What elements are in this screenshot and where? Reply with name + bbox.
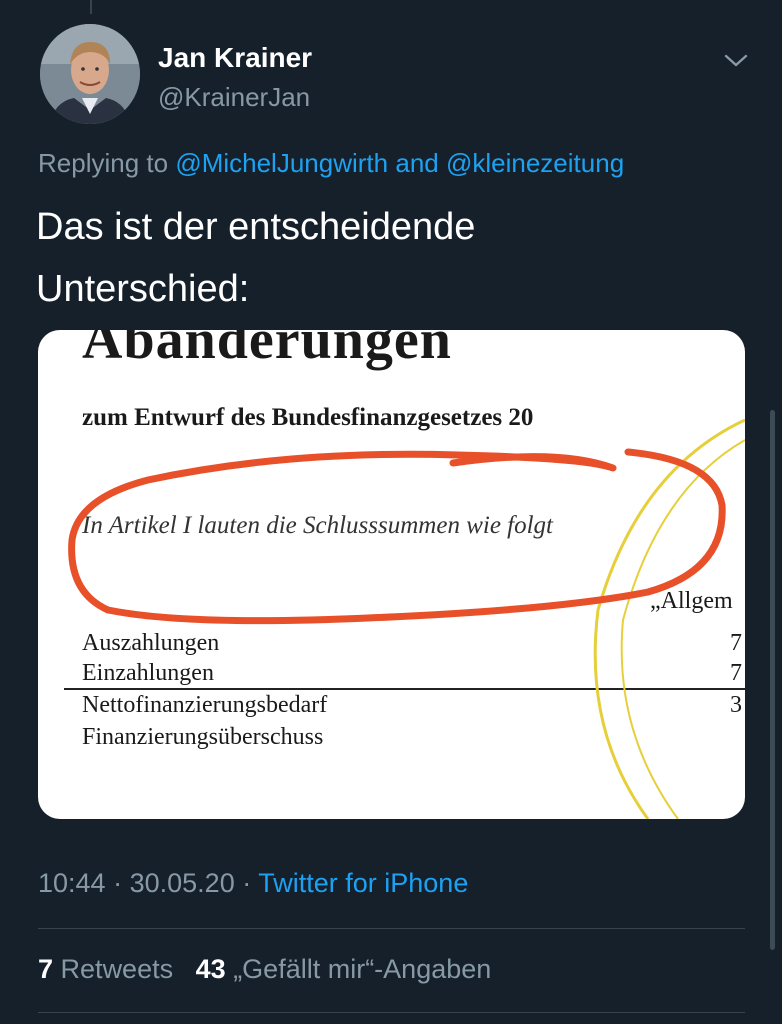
meta-separator: · bbox=[242, 868, 252, 898]
avatar[interactable] bbox=[40, 24, 140, 124]
retweets-count: 7 bbox=[38, 954, 54, 984]
divider bbox=[38, 1012, 745, 1013]
mention-link-1[interactable]: @MichelJungwirth bbox=[175, 148, 388, 178]
meta-separator: · bbox=[113, 868, 123, 898]
yellow-circle-annotation bbox=[593, 418, 745, 819]
tweet-stats: 7 Retweets 43 „Gefällt mir“-Angaben bbox=[38, 954, 491, 985]
likes-stat[interactable]: 43 „Gefällt mir“-Angaben bbox=[196, 954, 492, 984]
tweet-text-line-2: Unterschied: bbox=[36, 268, 250, 310]
red-circle-annotation bbox=[68, 448, 726, 625]
mention-link-2[interactable]: @kleinezeitung bbox=[446, 148, 624, 178]
scrollbar[interactable] bbox=[770, 410, 775, 950]
divider bbox=[38, 928, 745, 929]
annotation-overlay bbox=[68, 418, 745, 819]
avatar-photo-icon bbox=[40, 24, 140, 124]
tweet-text: Das ist der entscheidende Unterschied: bbox=[36, 196, 736, 320]
likes-label: „Gefällt mir“-Angaben bbox=[233, 954, 492, 984]
author-name[interactable]: Jan Krainer bbox=[158, 42, 312, 74]
replying-to: Replying to @MichelJungwirth and @kleine… bbox=[38, 148, 624, 179]
likes-count: 43 bbox=[195, 954, 226, 984]
tweet-time: 10:44 bbox=[38, 868, 106, 898]
reply-prefix: Replying to bbox=[38, 148, 169, 178]
tweet-meta: 10:44 · 30.05.20 · Twitter for iPhone bbox=[38, 868, 468, 899]
yellow-circle-annotation-2 bbox=[620, 439, 745, 819]
reply-conjunction: and bbox=[395, 148, 439, 178]
tweet-media-image[interactable]: Abänderungen zum Entwurf des Bundesfinan… bbox=[38, 330, 745, 819]
author-handle[interactable]: @KrainerJan bbox=[158, 82, 310, 113]
chevron-down-icon[interactable] bbox=[722, 46, 750, 74]
tweet-source-link[interactable]: Twitter for iPhone bbox=[258, 868, 468, 898]
retweets-label: Retweets bbox=[60, 954, 174, 984]
retweets-stat[interactable]: 7 Retweets bbox=[38, 954, 173, 984]
tweet-date: 30.05.20 bbox=[129, 868, 235, 898]
thread-line bbox=[90, 0, 92, 14]
tweet-text-line-1: Das ist der entscheidende bbox=[36, 206, 476, 248]
